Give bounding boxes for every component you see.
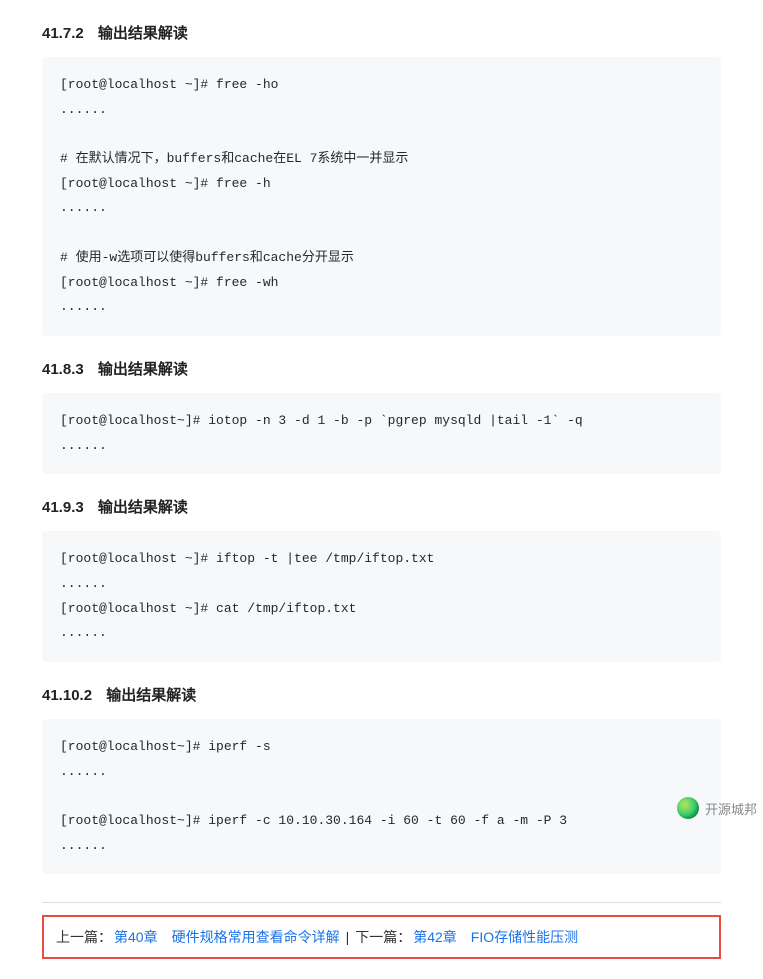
section-title: 输出结果解读 (98, 499, 188, 516)
code-block-iotop: [root@localhost~]# iotop -n 3 -d 1 -b -p… (42, 393, 721, 474)
nav-separator: | (346, 929, 350, 945)
next-label: 下一篇： (355, 927, 411, 947)
section-number: 41.10.2 (42, 687, 92, 704)
section-heading-41-7-2: 41.7.2 输出结果解读 (42, 22, 721, 43)
section-heading-41-8-3: 41.8.3 输出结果解读 (42, 358, 721, 379)
section-heading-41-9-3: 41.9.3 输出结果解读 (42, 496, 721, 517)
section-number: 41.8.3 (42, 361, 84, 378)
section-number: 41.7.2 (42, 25, 84, 42)
code-block-iperf: [root@localhost~]# iperf -s ...... [root… (42, 719, 721, 874)
document-page: 41.7.2 输出结果解读 [root@localhost ~]# free -… (0, 22, 763, 979)
next-chapter-link[interactable]: 第42章 FIO存储性能压测 (413, 927, 578, 947)
section-number: 41.9.3 (42, 499, 84, 516)
section-title: 输出结果解读 (98, 361, 188, 378)
prev-label: 上一篇： (56, 927, 112, 947)
section-title: 输出结果解读 (106, 687, 196, 704)
content-divider (42, 902, 721, 903)
chapter-navigation: 上一篇： 第40章 硬件规格常用查看命令详解 | 下一篇： 第42章 FIO存储… (42, 915, 721, 959)
section-heading-41-10-2: 41.10.2 输出结果解读 (42, 684, 721, 705)
prev-chapter-link[interactable]: 第40章 硬件规格常用查看命令详解 (114, 927, 340, 947)
code-block-iftop: [root@localhost ~]# iftop -t |tee /tmp/i… (42, 531, 721, 662)
section-title: 输出结果解读 (98, 25, 188, 42)
code-block-free: [root@localhost ~]# free -ho ...... # 在默… (42, 57, 721, 336)
